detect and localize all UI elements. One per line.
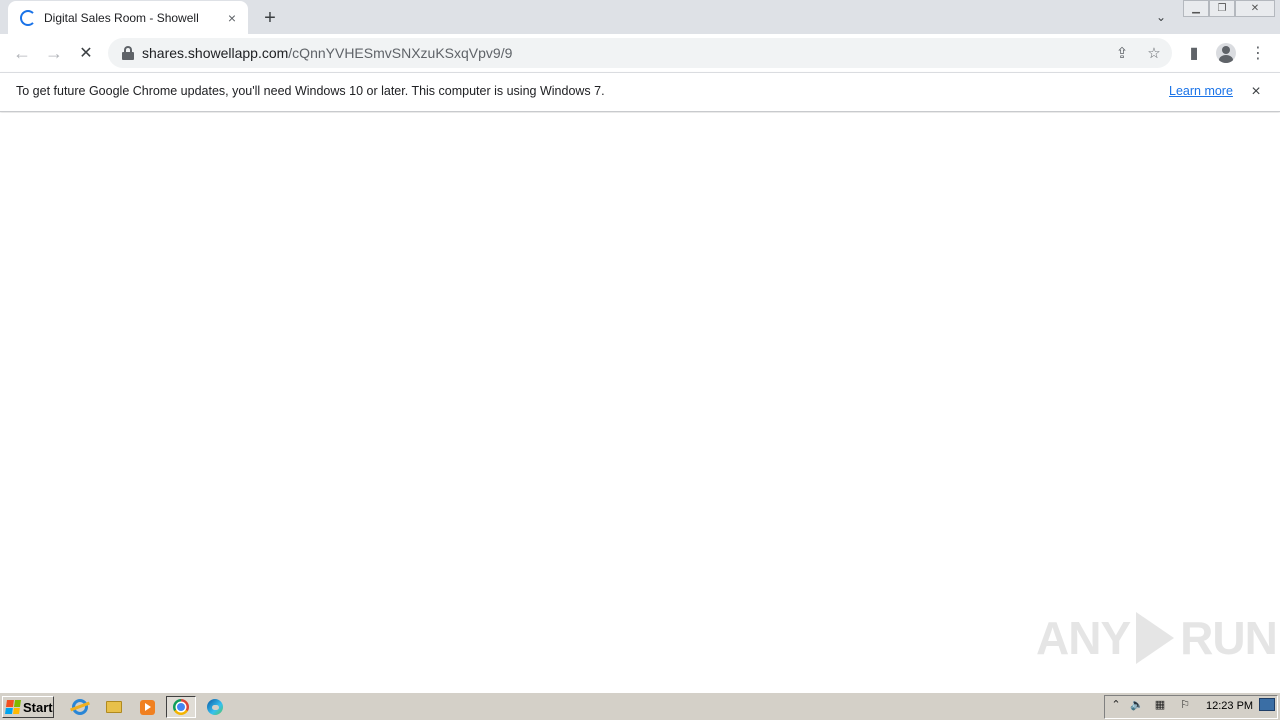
chrome-icon: [173, 699, 189, 715]
profile-button[interactable]: [1212, 39, 1240, 67]
internet-explorer-icon: [72, 699, 88, 715]
tab-title: Digital Sales Room - Showell: [44, 10, 199, 25]
taskbar-file-explorer[interactable]: [102, 696, 126, 718]
forward-button[interactable]: →: [40, 39, 68, 67]
learn-more-link[interactable]: Learn more: [1169, 84, 1233, 98]
volume-icon[interactable]: 🔈: [1130, 697, 1144, 711]
address-bar[interactable]: shares.showellapp.com/cQnnYVHESmvSNXzuKS…: [108, 38, 1172, 68]
bookmark-star-icon[interactable]: ☆: [1144, 43, 1164, 63]
show-desktop-button[interactable]: [1259, 698, 1275, 711]
avatar-icon: [1216, 43, 1236, 63]
window-controls: ▁ ❐ ✕: [1183, 0, 1275, 18]
url-text[interactable]: shares.showellapp.com/cQnnYVHESmvSNXzuKS…: [142, 45, 512, 61]
start-label: Start: [23, 699, 53, 715]
restore-button[interactable]: ❐: [1209, 0, 1235, 17]
folder-icon: [106, 701, 122, 713]
infobar-message: To get future Google Chrome updates, you…: [16, 84, 605, 98]
network-icon[interactable]: ▦: [1153, 697, 1167, 711]
browser-toolbar: ← → ✕ shares.showellapp.com/cQnnYVHESmvS…: [0, 34, 1280, 72]
page-content: ANY RUN: [0, 113, 1280, 691]
tab-strip: Digital Sales Room - Showell × + ⌄ ▁ ❐ ✕: [0, 0, 1280, 34]
taskbar: Start ⌃ 🔈 ▦ ⚐ 12:23 PM: [0, 692, 1280, 720]
taskbar-media-player[interactable]: [135, 696, 159, 718]
edge-icon: [207, 699, 223, 715]
windows-logo-icon: [5, 700, 21, 714]
taskbar-clock[interactable]: 12:23 PM: [1206, 700, 1253, 712]
tab-search-chevron-icon[interactable]: ⌄: [1150, 7, 1172, 27]
loading-spinner-icon: [20, 9, 36, 26]
media-player-icon: [139, 699, 155, 715]
show-hidden-icons-chevron-icon[interactable]: ⌃: [1109, 697, 1123, 711]
window-close-button[interactable]: ✕: [1235, 0, 1275, 17]
back-button[interactable]: ←: [8, 39, 36, 67]
watermark-left: ANY: [1036, 612, 1131, 664]
update-infobar: To get future Google Chrome updates, you…: [0, 72, 1280, 112]
side-panel-icon[interactable]: ▮: [1180, 39, 1208, 67]
browser-tab[interactable]: Digital Sales Room - Showell ×: [8, 1, 248, 34]
url-host: shares.showellapp.com: [142, 45, 289, 61]
action-center-flag-icon[interactable]: ⚐: [1178, 697, 1192, 711]
taskbar-internet-explorer[interactable]: [68, 696, 92, 718]
tab-close-icon[interactable]: ×: [222, 8, 242, 28]
watermark-play-icon: [1136, 612, 1175, 664]
taskbar-chrome[interactable]: [166, 696, 196, 718]
anyrun-watermark: ANY RUN: [1036, 611, 1278, 665]
minimize-button[interactable]: ▁: [1183, 0, 1209, 17]
lock-icon[interactable]: [122, 46, 134, 60]
taskbar-edge[interactable]: [203, 696, 227, 718]
infobar-close-icon[interactable]: ×: [1245, 81, 1267, 103]
share-icon[interactable]: ⇪: [1112, 43, 1132, 63]
url-path: /cQnnYVHESmvSNXzuKSxqVpv9/9: [288, 45, 513, 61]
stop-loading-button[interactable]: ✕: [72, 39, 100, 67]
watermark-right: RUN: [1180, 612, 1278, 664]
start-button[interactable]: Start: [2, 696, 54, 718]
chrome-menu-icon[interactable]: ⋮: [1244, 39, 1272, 67]
new-tab-button[interactable]: +: [258, 6, 282, 30]
